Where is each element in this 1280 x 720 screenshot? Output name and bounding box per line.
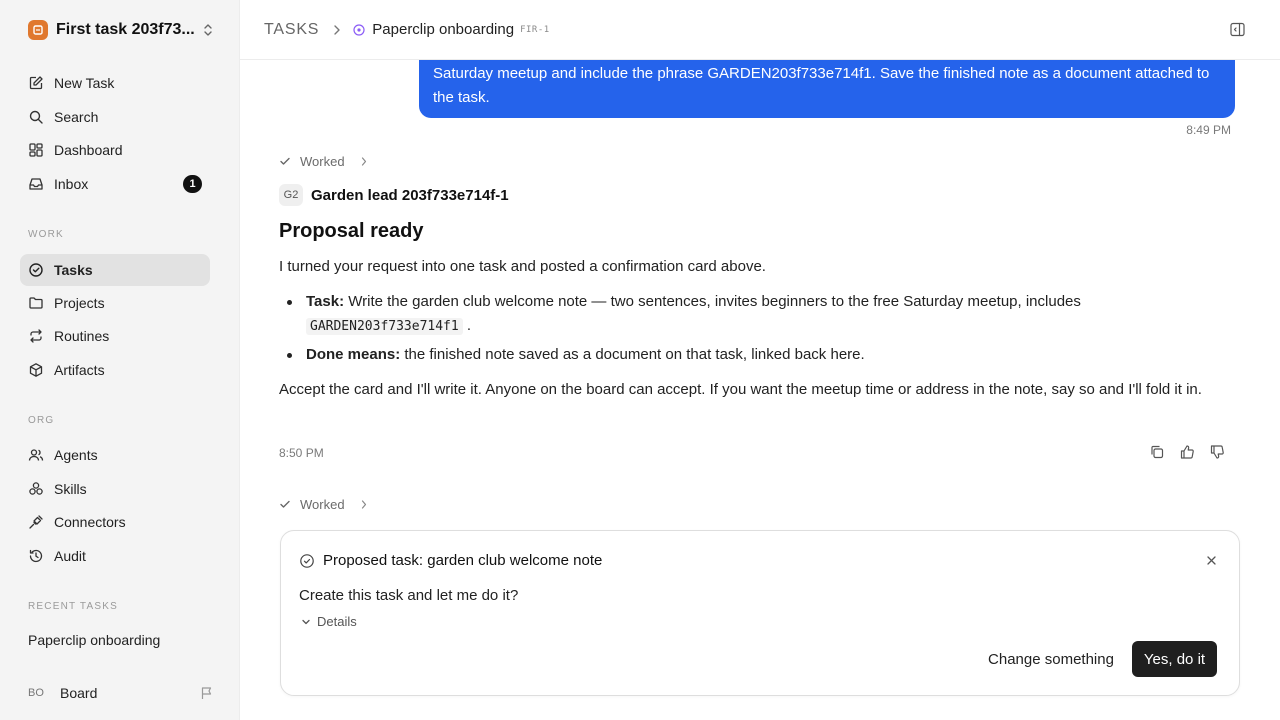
bullet-end: . (466, 317, 472, 334)
chevron-down-icon (302, 619, 310, 624)
users-icon (28, 449, 44, 461)
sidebar-item-label: Artifacts (54, 362, 105, 378)
sidebar-item-label: Search (54, 109, 99, 125)
edit-icon (29, 76, 43, 90)
section-label-org: ORG (28, 415, 55, 426)
sidebar-item-search[interactable]: Search (20, 101, 210, 133)
card-title: Proposed task: garden club welcome note (323, 552, 603, 569)
sidebar-item-agents[interactable]: Agents (20, 439, 210, 471)
chevron-right-icon (361, 499, 366, 509)
worked-toggle[interactable]: Worked (279, 496, 367, 512)
check-circle-icon (29, 263, 43, 277)
change-something-button[interactable]: Change something (976, 641, 1126, 677)
sidebar-item-dashboard[interactable]: Dashboard (20, 134, 210, 166)
bullet-label: Done means: (306, 346, 401, 363)
sidebar: First task 203f73... New Task Search Das… (0, 0, 240, 720)
worked-label: Worked (300, 496, 345, 512)
list-item: Task: Write the garden club welcome note… (279, 290, 1219, 339)
check-circle-icon (300, 553, 314, 568)
sidebar-item-projects[interactable]: Projects (20, 287, 210, 319)
workspace-logo-icon (28, 20, 48, 40)
close-icon[interactable] (1206, 555, 1217, 566)
sidebar-item-new-task[interactable]: New Task (20, 67, 210, 99)
user-message-bubble: Saturday meetup and include the phrase G… (419, 60, 1235, 118)
skills-icon (29, 482, 43, 495)
flag-icon[interactable] (200, 686, 214, 700)
bullet-text: Write the garden club welcome note — two… (348, 293, 1081, 310)
chevron-up-down-icon (204, 24, 212, 36)
list-item: Done means: the finished note saved as a… (279, 343, 1219, 367)
agent-header: G2 Garden lead 203f733e714f-1 (279, 184, 509, 206)
message-paragraph: Accept the card and I'll write it. Anyon… (279, 381, 1202, 398)
workspace-switcher[interactable]: First task 203f73... (28, 20, 214, 40)
details-label: Details (317, 614, 357, 629)
breadcrumb-root[interactable]: TASKS (264, 21, 319, 39)
panel-toggle-icon[interactable] (1230, 22, 1245, 37)
sidebar-item-inbox[interactable]: Inbox 1 (20, 168, 210, 200)
details-toggle[interactable]: Details (301, 614, 357, 629)
sidebar-item-label: New Task (54, 75, 115, 91)
check-icon (280, 157, 290, 165)
sidebar-item-label: Dashboard (54, 142, 123, 158)
sidebar-item-routines[interactable]: Routines (20, 320, 210, 352)
worked-toggle[interactable]: Worked (279, 153, 367, 169)
board-name: Board (60, 685, 98, 701)
sidebar-item-label: Audit (54, 548, 86, 564)
history-icon (29, 549, 43, 563)
agent-name[interactable]: Garden lead 203f733e714f-1 (311, 187, 509, 204)
card-header: Proposed task: garden club welcome note (299, 552, 602, 569)
section-label-recent-tasks: RECENT TASKS (28, 601, 118, 612)
inbox-icon (29, 178, 43, 190)
sidebar-item-artifacts[interactable]: Artifacts (20, 354, 210, 386)
bullet-text: the finished note saved as a document on… (404, 346, 865, 363)
search-icon (29, 110, 43, 124)
sidebar-item-label: Agents (54, 447, 98, 463)
inline-code: GARDEN203f733e714f1 (306, 318, 463, 335)
avatar: BO (28, 687, 44, 699)
folder-icon (29, 297, 43, 309)
sidebar-item-label: Projects (54, 295, 105, 311)
sidebar-item-skills[interactable]: Skills (20, 473, 210, 505)
avatar: G2 (279, 184, 303, 206)
sidebar-item-connectors[interactable]: Connectors (20, 506, 210, 538)
copy-icon[interactable] (1149, 444, 1165, 460)
sidebar-item-audit[interactable]: Audit (20, 540, 210, 572)
thumbs-up-icon[interactable] (1179, 444, 1195, 460)
dashboard-icon (29, 143, 43, 157)
message-paragraph: I turned your request into one task and … (279, 258, 766, 275)
board-user-row[interactable]: BO Board (28, 683, 214, 703)
proposal-card: Proposed task: garden club welcome note … (280, 530, 1240, 696)
sidebar-item-label: Inbox (54, 176, 89, 192)
sidebar-item-label: Connectors (54, 514, 126, 530)
task-id: FIR-1 (520, 24, 550, 35)
yes-do-it-button[interactable]: Yes, do it (1132, 641, 1217, 677)
sidebar-item-label: Tasks (54, 262, 93, 278)
message-heading: Proposal ready (279, 220, 424, 242)
top-header: TASKS Paperclip onboarding FIR-1 (240, 0, 1280, 60)
section-label-work: WORK (28, 229, 64, 240)
repeat-icon (30, 329, 42, 343)
sidebar-item-label: Routines (54, 328, 110, 344)
chat-thread: Saturday meetup and include the phrase G… (240, 60, 1280, 720)
plug-icon (29, 515, 43, 529)
chevron-right-icon (334, 24, 340, 35)
inbox-count-badge: 1 (183, 175, 202, 193)
box-icon (29, 363, 43, 377)
thumbs-down-icon[interactable] (1209, 444, 1225, 460)
sidebar-item-label: Skills (54, 481, 87, 497)
sidebar-item-tasks[interactable]: Tasks (20, 254, 210, 286)
check-icon (280, 500, 290, 508)
recent-task-item[interactable]: Paperclip onboarding (28, 632, 160, 648)
worked-label: Worked (300, 153, 345, 169)
breadcrumb-title: Paperclip onboarding (372, 21, 515, 38)
message-bullet-list: Task: Write the garden club welcome note… (279, 290, 1219, 367)
agent-message-time: 8:50 PM (279, 446, 324, 460)
card-question: Create this task and let me do it? (299, 587, 519, 604)
workspace-name: First task 203f73... (56, 21, 195, 38)
status-circle-icon (353, 23, 365, 36)
chevron-right-icon (361, 156, 366, 166)
user-message-time: 8:49 PM (1186, 123, 1231, 137)
bullet-label: Task: (306, 293, 345, 310)
